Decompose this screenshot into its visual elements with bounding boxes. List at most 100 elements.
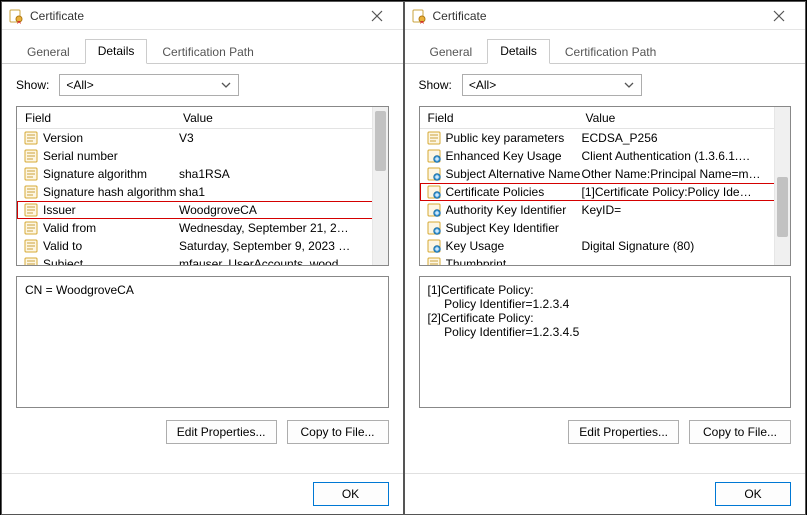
list-row[interactable]: Serial number <box>17 147 388 165</box>
row-value: ECDSA_P256 <box>582 131 791 145</box>
row-field: Certificate Policies <box>446 185 582 199</box>
row-value: Other Name:Principal Name=m… <box>582 167 791 181</box>
row-field: Thumbprint <box>446 257 582 266</box>
row-field: Signature hash algorithm <box>43 185 179 199</box>
list-row[interactable]: Valid fromWednesday, September 21, 2… <box>17 219 388 237</box>
scrollbar-thumb[interactable] <box>777 177 788 237</box>
row-field: Serial number <box>43 149 179 163</box>
list-row[interactable]: Signature hash algorithmsha1 <box>17 183 388 201</box>
row-value: mfauser, UserAccounts, wood… <box>179 257 388 266</box>
window-title: Certificate <box>30 9 357 23</box>
list-row[interactable]: Subject Alternative NameOther Name:Princ… <box>420 165 791 183</box>
list-row[interactable]: Public key parametersECDSA_P256 <box>420 129 791 147</box>
edit-properties-button[interactable]: Edit Properties... <box>568 420 679 444</box>
tab-certification-path[interactable]: Certification Path <box>552 40 669 64</box>
property-icon <box>23 220 39 236</box>
row-field: Public key parameters <box>446 131 582 145</box>
tab-strip: General Details Certification Path <box>405 30 806 64</box>
row-value: Digital Signature (80) <box>582 239 791 253</box>
property-icon <box>426 130 442 146</box>
scrollbar[interactable] <box>774 107 790 265</box>
tab-general[interactable]: General <box>417 40 486 64</box>
ok-button[interactable]: OK <box>715 482 791 506</box>
edit-properties-button[interactable]: Edit Properties... <box>166 420 277 444</box>
row-field: Valid to <box>43 239 179 253</box>
show-label: Show: <box>419 78 452 92</box>
scrollbar[interactable] <box>372 107 388 265</box>
property-icon <box>23 238 39 254</box>
property-icon <box>426 256 442 266</box>
list-row[interactable]: Signature algorithmsha1RSA <box>17 165 388 183</box>
field-list[interactable]: Field Value Public key parametersECDSA_P… <box>419 106 792 266</box>
copy-to-file-button[interactable]: Copy to File... <box>689 420 791 444</box>
close-icon <box>773 10 785 22</box>
scrollbar-thumb[interactable] <box>375 111 386 171</box>
row-field: Enhanced Key Usage <box>446 149 582 163</box>
row-value: Client Authentication (1.3.6.1.… <box>582 149 791 163</box>
property-icon <box>23 184 39 200</box>
extension-icon <box>426 202 442 218</box>
show-combobox[interactable]: <All> <box>59 74 239 96</box>
row-field: Signature algorithm <box>43 167 179 181</box>
certificate-dialog-left: Certificate General Details Certificatio… <box>1 1 404 515</box>
list-row[interactable]: Enhanced Key UsageClient Authentication … <box>420 147 791 165</box>
close-button[interactable] <box>357 4 397 28</box>
chevron-down-icon <box>220 79 234 93</box>
list-row[interactable]: Subject Key Identifier <box>420 219 791 237</box>
column-header-value[interactable]: Value <box>580 111 791 125</box>
window-title: Certificate <box>433 9 760 23</box>
list-row[interactable]: IssuerWoodgroveCA <box>17 201 388 219</box>
field-list[interactable]: Field Value VersionV3Serial numberSignat… <box>16 106 389 266</box>
row-field: Valid from <box>43 221 179 235</box>
show-combobox[interactable]: <All> <box>462 74 642 96</box>
tab-details[interactable]: Details <box>487 39 550 64</box>
row-field: Authority Key Identifier <box>446 203 582 217</box>
chevron-down-icon <box>623 79 637 93</box>
certificate-icon <box>411 8 427 24</box>
list-row[interactable]: VersionV3 <box>17 129 388 147</box>
row-field: Issuer <box>43 203 179 217</box>
show-label: Show: <box>16 78 49 92</box>
row-field: Key Usage <box>446 239 582 253</box>
column-header-value[interactable]: Value <box>177 111 388 125</box>
list-row[interactable]: Subjectmfauser, UserAccounts, wood… <box>17 255 388 266</box>
row-value: V3 <box>179 131 388 145</box>
tab-details[interactable]: Details <box>85 39 148 64</box>
row-value: WoodgroveCA <box>179 203 388 217</box>
show-value: <All> <box>66 78 93 92</box>
row-field: Subject Key Identifier <box>446 221 582 235</box>
list-row[interactable]: Thumbprint <box>420 255 791 266</box>
detail-text: CN = WoodgroveCA <box>16 276 389 408</box>
property-icon <box>23 148 39 164</box>
list-header: Field Value <box>17 107 388 129</box>
titlebar: Certificate <box>2 2 403 30</box>
extension-icon <box>426 166 442 182</box>
column-header-field[interactable]: Field <box>17 111 177 125</box>
list-header: Field Value <box>420 107 791 129</box>
copy-to-file-button[interactable]: Copy to File... <box>287 420 389 444</box>
tab-certification-path[interactable]: Certification Path <box>149 40 266 64</box>
extension-icon <box>426 184 442 200</box>
show-value: <All> <box>469 78 496 92</box>
row-field: Version <box>43 131 179 145</box>
list-row[interactable]: Key UsageDigital Signature (80) <box>420 237 791 255</box>
property-icon <box>23 256 39 266</box>
close-button[interactable] <box>759 4 799 28</box>
row-field: Subject <box>43 257 179 266</box>
row-value: Wednesday, September 21, 2… <box>179 221 388 235</box>
extension-icon <box>426 220 442 236</box>
tab-general[interactable]: General <box>14 40 83 64</box>
row-field: Subject Alternative Name <box>446 167 582 181</box>
detail-text: [1]Certificate Policy: Policy Identifier… <box>419 276 792 408</box>
list-row[interactable]: Authority Key IdentifierKeyID= <box>420 201 791 219</box>
extension-icon <box>426 238 442 254</box>
list-row[interactable]: Valid toSaturday, September 9, 2023 … <box>17 237 388 255</box>
titlebar: Certificate <box>405 2 806 30</box>
column-header-field[interactable]: Field <box>420 111 580 125</box>
close-icon <box>371 10 383 22</box>
extension-icon <box>426 148 442 164</box>
list-row[interactable]: Certificate Policies[1]Certificate Polic… <box>420 183 791 201</box>
certificate-dialog-right: Certificate General Details Certificatio… <box>404 1 807 515</box>
certificate-icon <box>8 8 24 24</box>
ok-button[interactable]: OK <box>313 482 389 506</box>
